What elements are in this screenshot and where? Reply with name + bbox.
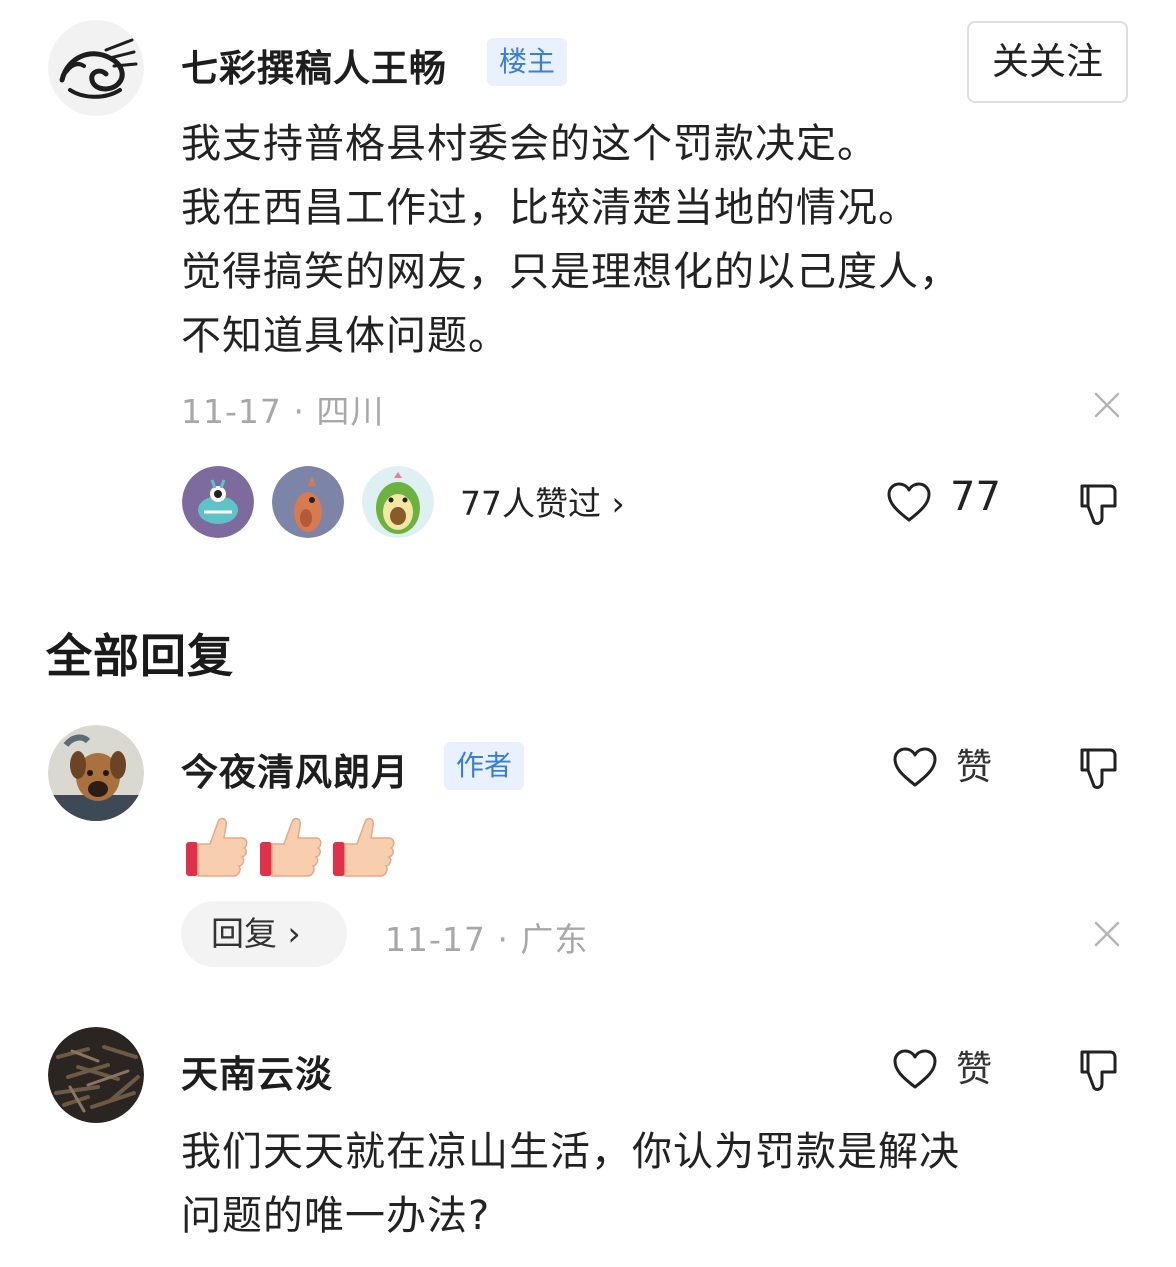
post-line-1: 我支持普格县村委会的这个罚款决定。 <box>181 121 878 167</box>
post-line-4: 不知道具体问题。 <box>181 313 509 359</box>
avocado-avatar-icon <box>362 466 434 538</box>
liker-avatar-3[interactable] <box>362 466 434 538</box>
post-like-count: 77 <box>950 474 1001 520</box>
close-icon[interactable] <box>1093 391 1121 419</box>
post-line-2: 我在西昌工作过，比较清楚当地的情况。 <box>181 185 919 231</box>
dislike-icon[interactable] <box>1076 1048 1120 1094</box>
reply-2-avatar[interactable] <box>48 1027 144 1123</box>
post-author-avatar[interactable] <box>48 20 144 116</box>
thumbs-up-emoji-icon <box>333 817 395 877</box>
reply-2-line-1: 我们天天就在凉山生活，你认为罚款是解决 <box>181 1129 960 1175</box>
post-line-3: 觉得搞笑的网友，只是理想化的以己度人， <box>181 249 960 295</box>
bird-avatar-icon <box>272 466 344 538</box>
heart-icon[interactable] <box>892 746 938 788</box>
tea-leaves-avatar-image <box>48 1027 144 1123</box>
heart-icon[interactable] <box>886 481 932 523</box>
monster-avatar-icon <box>182 466 254 538</box>
op-badge: 楼主 <box>487 38 568 86</box>
comment-thread-page: 七彩撰稿人王畅 楼主 关关注 我支持普格县村委会的这个罚款决定。 我在西昌工作过… <box>0 0 1176 1267</box>
reply-1-avatar[interactable] <box>48 725 144 821</box>
heart-icon[interactable] <box>892 1048 938 1090</box>
follow-button[interactable]: 关关注 <box>967 21 1128 103</box>
reply-button[interactable]: 回复 › <box>181 901 347 967</box>
all-replies-title: 全部回复 <box>46 629 234 683</box>
thumbs-up-emoji-icon <box>186 817 248 877</box>
close-icon[interactable] <box>1093 920 1121 948</box>
liker-avatar-2[interactable] <box>272 466 344 538</box>
post-meta: 11-17 · 四川 <box>181 392 385 431</box>
author-avatar-image <box>48 20 144 116</box>
reply-1-like-label[interactable]: 赞 <box>956 738 992 790</box>
author-badge: 作者 <box>444 742 525 790</box>
dislike-icon[interactable] <box>1076 482 1120 528</box>
reply-2-line-2: 问题的唯一办法? <box>181 1193 491 1239</box>
reply-2-like-label[interactable]: 赞 <box>956 1040 992 1092</box>
thumbs-up-emoji-icon <box>260 817 322 877</box>
liker-avatar-1[interactable] <box>182 466 254 538</box>
post-author-name[interactable]: 七彩撰稿人王畅 <box>181 38 447 92</box>
reply-2-author-name[interactable]: 天南云淡 <box>181 1044 333 1098</box>
dog-avatar-image <box>48 725 144 821</box>
reply-1-meta: 11-17 · 广东 <box>385 920 589 959</box>
reply-1-author-name[interactable]: 今夜清风朗月 <box>181 742 409 796</box>
likers-count-link[interactable]: 77人赞过 › <box>460 477 625 525</box>
dislike-icon[interactable] <box>1076 746 1120 792</box>
